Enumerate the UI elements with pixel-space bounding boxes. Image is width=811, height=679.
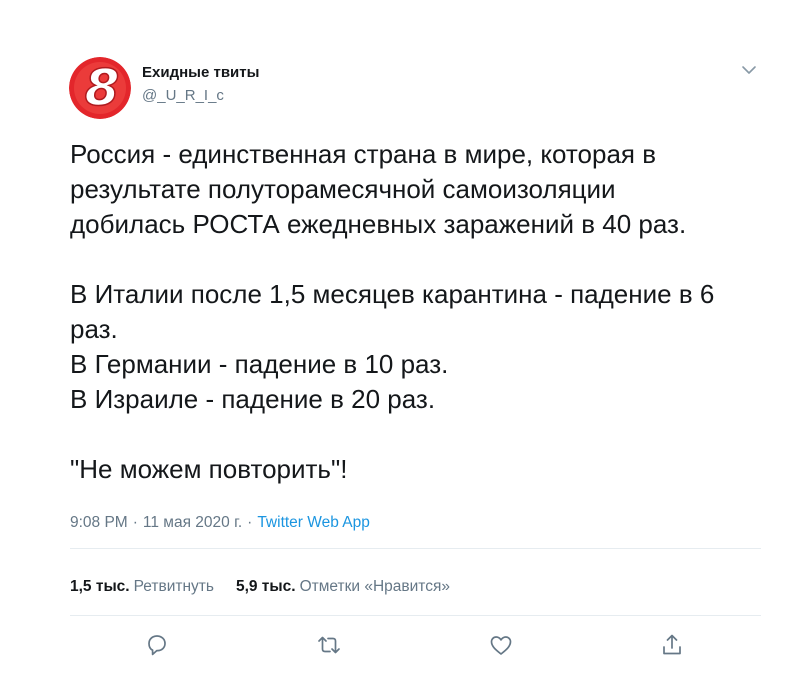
avatar[interactable]: 8 [69,57,131,119]
share-icon [663,634,681,655]
tweet-text: Россия - единственная страна в мире, кот… [70,139,715,484]
share-button[interactable] [657,630,687,660]
tweet-date[interactable]: 11 мая 2020 г. [143,514,242,531]
likes-count: 5,9 тыс. [235,578,296,595]
tweet-card: 8 Exидные твиты @_U_R_I_c Россия - единс… [0,0,811,679]
retweet-icon [318,636,340,654]
likes-stat[interactable]: 5,9 тыс. Отметки «Нравится» [236,578,450,595]
more-menu-button[interactable] [738,59,760,81]
likes-label: Отметки «Нравится» [299,578,450,595]
heart-icon [490,636,512,655]
reply-button[interactable] [142,630,172,660]
tweet-time[interactable]: 9:08 PM [70,514,128,531]
reply-icon [148,635,166,656]
divider [70,548,761,549]
tweet-actions [70,630,761,660]
divider [70,615,761,616]
meta-separator: · [247,514,253,531]
tweet-meta: 9:08 PM · 11 мая 2020 г. · Twitter Web App [70,514,370,532]
chevron-down-icon [742,66,756,74]
tweet-stats: 1,5 тыс. Ретвитнуть 5,9 тыс. Отметки «Нрави… [70,578,472,596]
author-handle[interactable]: @_U_R_I_c [142,87,224,104]
meta-separator: · [132,514,138,531]
author-name[interactable]: Exидные твиты [142,64,259,81]
like-button[interactable] [486,630,516,660]
channel-8-logo-icon: 8 [69,57,131,119]
retweets-stat[interactable]: 1,5 тыс. Ретвитнуть [70,578,214,595]
avatar-text: 8 [85,59,120,117]
retweet-button[interactable] [314,630,344,660]
retweets-label: Ретвитнуть [133,578,214,595]
tweet-source-link[interactable]: Twitter Web App [257,514,370,531]
retweets-count: 1,5 тыс. [70,578,130,595]
